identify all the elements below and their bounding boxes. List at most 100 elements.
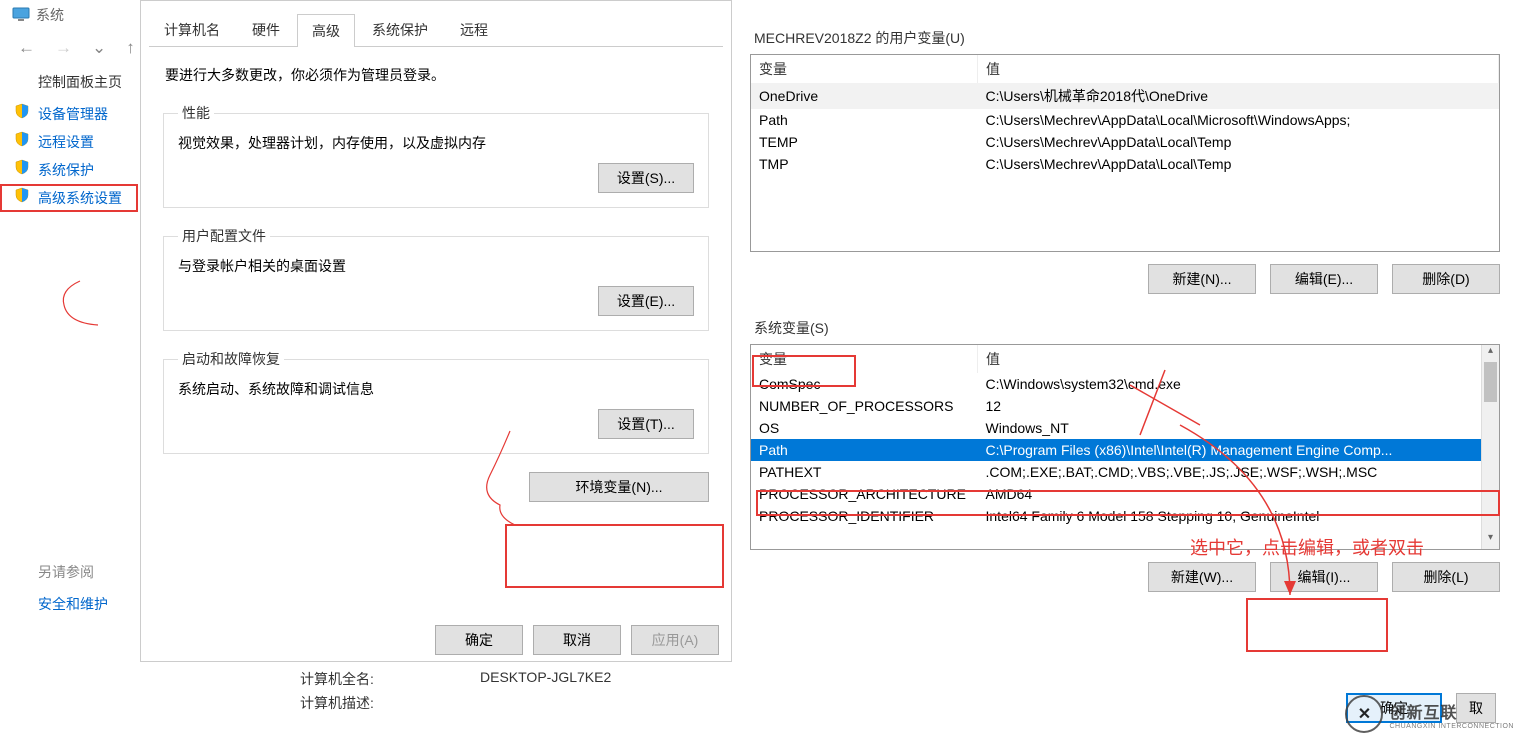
scroll-thumb[interactable] xyxy=(1484,362,1497,402)
user-var-row[interactable]: PathC:\Users\Mechrev\AppData\Local\Micro… xyxy=(751,109,1499,131)
performance-group: 性能 视觉效果，处理器计划，内存使用，以及虚拟内存 设置(S)... xyxy=(163,103,709,208)
watermark-brand: 创新互联 xyxy=(1389,699,1514,723)
watermark-sub: CHUANGXIN INTERCONNECTION xyxy=(1389,723,1514,730)
sidebar-link-1[interactable]: 远程设置 xyxy=(0,128,138,156)
sys-var-row[interactable]: PROCESSOR_IDENTIFIERIntel64 Family 6 Mod… xyxy=(751,505,1499,527)
var-name: TMP xyxy=(751,153,978,175)
user-vars-table[interactable]: 变量 值 OneDriveC:\Users\机械革命2018代\OneDrive… xyxy=(751,55,1499,175)
user-profile-settings-button[interactable]: 设置(E)... xyxy=(598,286,694,316)
sidebar-link-label: 系统保护 xyxy=(38,162,94,178)
startup-desc: 系统启动、系统故障和调试信息 xyxy=(178,379,694,399)
user-new-button[interactable]: 新建(N)... xyxy=(1148,264,1256,294)
var-name: Path xyxy=(751,109,978,131)
var-value: C:\Program Files (x86)\Intel\Intel(R) Ma… xyxy=(978,439,1499,461)
forward-icon: → xyxy=(55,38,72,58)
user-profile-group: 用户配置文件 与登录帐户相关的桌面设置 设置(E)... xyxy=(163,226,709,331)
scroll-up-icon[interactable]: ▴ xyxy=(1482,345,1499,362)
var-value: C:\Users\机械革命2018代\OneDrive xyxy=(978,83,1499,109)
user-vars-title: MECHREV2018Z2 的用户变量(U) xyxy=(754,28,1518,48)
environment-variables-dialog: MECHREV2018Z2 的用户变量(U) 变量 值 OneDriveC:\U… xyxy=(732,0,1518,737)
sys-var-row[interactable]: PROCESSOR_ARCHITECTUREAMD64 xyxy=(751,483,1499,505)
up-icon[interactable]: ↑ xyxy=(126,38,135,58)
system-properties-dialog: 计算机名硬件高级系统保护远程 要进行大多数更改，你必须作为管理员登录。 性能 视… xyxy=(140,0,732,662)
sidebar-link-label: 设备管理器 xyxy=(38,106,108,122)
watermark: ✕ 创新互联 CHUANGXIN INTERCONNECTION xyxy=(1345,695,1514,733)
user-var-row[interactable]: TEMPC:\Users\Mechrev\AppData\Local\Temp xyxy=(751,131,1499,153)
tab-4[interactable]: 远程 xyxy=(445,13,503,46)
user-var-row[interactable]: TMPC:\Users\Mechrev\AppData\Local\Temp xyxy=(751,153,1499,175)
user-vars-table-wrap: 变量 值 OneDriveC:\Users\机械革命2018代\OneDrive… xyxy=(750,54,1500,252)
startup-settings-button[interactable]: 设置(T)... xyxy=(598,409,694,439)
var-value: C:\Users\Mechrev\AppData\Local\Temp xyxy=(978,131,1499,153)
sys-new-button[interactable]: 新建(W)... xyxy=(1148,562,1256,592)
sidebar-link-3[interactable]: 高级系统设置 xyxy=(0,184,138,212)
var-name: ComSpec xyxy=(751,373,978,395)
col-value[interactable]: 值 xyxy=(978,55,1499,83)
sidebar-link-0[interactable]: 设备管理器 xyxy=(0,100,138,128)
shield-icon xyxy=(14,187,30,203)
full-name-value: DESKTOP-JGL7KE2 xyxy=(480,669,611,689)
scroll-down-icon[interactable]: ▾ xyxy=(1482,532,1499,549)
var-value: 12 xyxy=(978,395,1499,417)
environment-variables-button[interactable]: 环境变量(N)... xyxy=(529,472,709,502)
user-profile-desc: 与登录帐户相关的桌面设置 xyxy=(178,256,694,276)
tab-0[interactable]: 计算机名 xyxy=(149,13,235,46)
scrollbar[interactable]: ▴ ▾ xyxy=(1481,345,1499,549)
user-var-row[interactable]: OneDriveC:\Users\机械革命2018代\OneDrive xyxy=(751,83,1499,109)
sidebar-link-label: 高级系统设置 xyxy=(38,190,122,206)
sys-var-row[interactable]: ComSpecC:\Windows\system32\cmd.exe xyxy=(751,373,1499,395)
tab-2[interactable]: 高级 xyxy=(297,14,355,47)
col-variable-sys[interactable]: 变量 xyxy=(751,345,978,373)
recent-dropdown-icon[interactable]: ⌄ xyxy=(92,38,106,58)
var-value: Windows_NT xyxy=(978,417,1499,439)
shield-icon xyxy=(14,159,30,175)
nav-arrows: ← → ⌄ ↑ xyxy=(0,30,138,60)
tab-3[interactable]: 系统保护 xyxy=(357,13,443,46)
sidebar-home[interactable]: 控制面板主页 xyxy=(0,60,138,100)
var-name: PROCESSOR_ARCHITECTURE xyxy=(751,483,978,505)
var-value: Intel64 Family 6 Model 158 Stepping 10, … xyxy=(978,505,1499,527)
var-name: TEMP xyxy=(751,131,978,153)
sys-delete-button[interactable]: 删除(L) xyxy=(1392,562,1500,592)
var-name: OneDrive xyxy=(751,83,978,109)
col-variable[interactable]: 变量 xyxy=(751,55,978,83)
ok-button[interactable]: 确定 xyxy=(435,625,523,655)
performance-desc: 视觉效果，处理器计划，内存使用，以及虚拟内存 xyxy=(178,133,694,153)
sidebar-link-2[interactable]: 系统保护 xyxy=(0,156,138,184)
system-vars-table[interactable]: 变量 值 ComSpecC:\Windows\system32\cmd.exeN… xyxy=(751,345,1499,527)
back-icon[interactable]: ← xyxy=(18,38,35,58)
var-value: C:\Windows\system32\cmd.exe xyxy=(978,373,1499,395)
var-value: C:\Users\Mechrev\AppData\Local\Temp xyxy=(978,153,1499,175)
see-also-header: 另请参阅 xyxy=(0,562,138,582)
computer-info: 计算机全名:DESKTOP-JGL7KE2 计算机描述: xyxy=(300,665,611,717)
sys-edit-button[interactable]: 编辑(I)... xyxy=(1270,562,1378,592)
cancel-button[interactable]: 取消 xyxy=(533,625,621,655)
col-value-sys[interactable]: 值 xyxy=(978,345,1499,373)
full-name-label: 计算机全名: xyxy=(300,669,480,689)
sys-var-row[interactable]: PathC:\Program Files (x86)\Intel\Intel(R… xyxy=(751,439,1499,461)
sys-var-row[interactable]: NUMBER_OF_PROCESSORS12 xyxy=(751,395,1499,417)
user-delete-button[interactable]: 删除(D) xyxy=(1392,264,1500,294)
sys-var-row[interactable]: OSWindows_NT xyxy=(751,417,1499,439)
shield-icon xyxy=(14,131,30,147)
performance-legend: 性能 xyxy=(178,103,214,123)
var-name: NUMBER_OF_PROCESSORS xyxy=(751,395,978,417)
user-profile-legend: 用户配置文件 xyxy=(178,226,270,246)
var-name: PROCESSOR_IDENTIFIER xyxy=(751,505,978,527)
tab-1[interactable]: 硬件 xyxy=(237,13,295,46)
var-value: AMD64 xyxy=(978,483,1499,505)
apply-button: 应用(A) xyxy=(631,625,719,655)
admin-note: 要进行大多数更改，你必须作为管理员登录。 xyxy=(165,65,709,85)
user-edit-button[interactable]: 编辑(E)... xyxy=(1270,264,1378,294)
shield-icon xyxy=(14,103,30,119)
tabs: 计算机名硬件高级系统保护远程 xyxy=(149,13,723,47)
sys-var-row[interactable]: PATHEXT.COM;.EXE;.BAT;.CMD;.VBS;.VBE;.JS… xyxy=(751,461,1499,483)
system-vars-table-wrap: 变量 值 ComSpecC:\Windows\system32\cmd.exeN… xyxy=(750,344,1500,550)
security-maintenance-link[interactable]: 安全和维护 xyxy=(0,590,138,618)
system-icon xyxy=(12,7,30,24)
desc-label: 计算机描述: xyxy=(300,693,480,713)
performance-settings-button[interactable]: 设置(S)... xyxy=(598,163,694,193)
var-name: OS xyxy=(751,417,978,439)
startup-legend: 启动和故障恢复 xyxy=(178,349,284,369)
control-panel-sidebar: 系统 ← → ⌄ ↑ 控制面板主页 设备管理器远程设置系统保护高级系统设置 另请… xyxy=(0,0,138,737)
